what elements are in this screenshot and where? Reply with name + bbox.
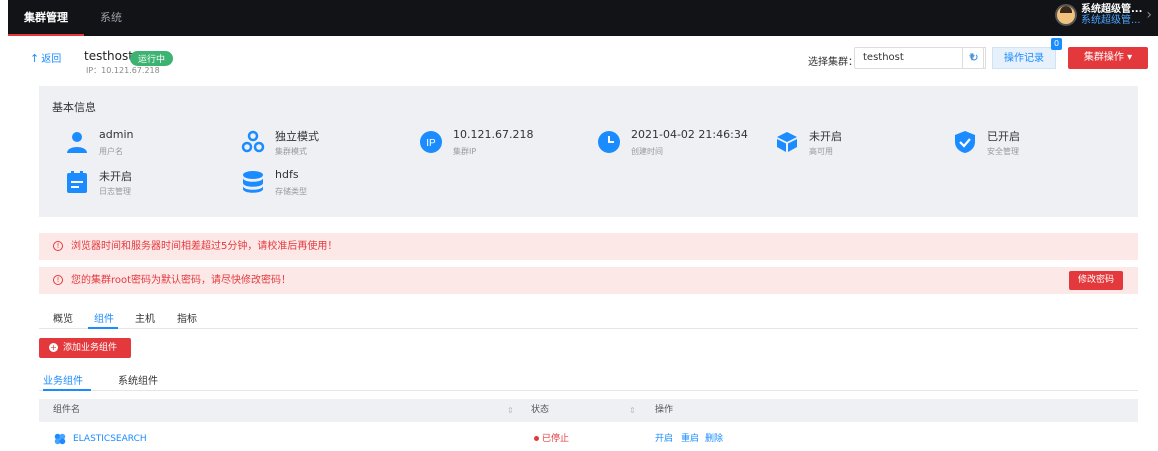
operation-log-button[interactable]: 操作记录	[992, 47, 1056, 69]
info-item-security: 已开启 安全管理	[953, 128, 1113, 162]
time-sync-alert: ! 浏览器时间和服务器时间相差超过5分钟，请校准后再使用！	[39, 233, 1138, 260]
user-name: 系统超级管...	[1080, 4, 1143, 15]
back-button[interactable]: ↑ 返回	[30, 50, 61, 65]
caret-down-icon: ▾	[1127, 52, 1133, 63]
default-password-alert: ! 您的集群root密码为默认密码，请尽快修改密码！ 修改密码	[39, 267, 1138, 294]
page-header: ↑ 返回 testhost 运行中 IP：10.121.67.218 选择集群： …	[30, 38, 1150, 76]
chevron-right-icon[interactable]: ›	[1146, 7, 1152, 23]
database-icon	[243, 171, 263, 193]
basic-info-panel: 基本信息 admin 用户名 独立模式 集群模式 IP 10.121.67.21…	[39, 86, 1138, 217]
detail-tabs: 概览 组件 主机 指标	[39, 307, 1138, 329]
user-role: 系统超级管...	[1080, 15, 1141, 26]
nav-cluster-management[interactable]: 集群管理	[8, 0, 84, 36]
basic-info-title: 基本信息	[52, 101, 96, 114]
info-item-storage-type: hdfs 存储类型	[241, 168, 401, 202]
component-subtabs: 业务组件 系统组件	[39, 370, 1138, 391]
tab-overview[interactable]: 概览	[53, 310, 73, 325]
refresh-icon: ↻	[969, 51, 979, 64]
log-icon	[67, 171, 87, 193]
active-tab-indicator	[88, 327, 118, 329]
cluster-operation-button[interactable]: 集群操作 ▾	[1068, 47, 1148, 69]
change-password-button[interactable]: 修改密码	[1069, 271, 1123, 290]
info-item-username: admin 用户名	[65, 128, 225, 162]
plus-icon: +	[49, 343, 58, 352]
user-icon	[67, 132, 87, 153]
delete-action[interactable]: 删除	[705, 428, 723, 450]
status-dot-icon	[534, 436, 539, 441]
svg-text:IP: IP	[426, 138, 436, 149]
clock-icon	[598, 131, 620, 153]
nav-system[interactable]: 系统	[84, 0, 138, 36]
sort-icon[interactable]: ⇕	[507, 399, 514, 422]
info-item-cluster-mode: 独立模式 集群模式	[241, 128, 401, 162]
info-item-created-time: 2021-04-02 21:46:34 创建时间	[597, 128, 757, 162]
host-ip: IP：10.121.67.218	[86, 66, 160, 75]
arrow-up-icon: ↑	[30, 52, 40, 65]
refresh-button[interactable]: ↻	[962, 47, 986, 69]
add-business-component-button[interactable]: + 添加业务组件	[39, 338, 131, 358]
column-header-name: 组件名	[53, 405, 81, 415]
ip-icon: IP	[420, 131, 442, 153]
component-name-link[interactable]: ELASTICSEARCH	[53, 428, 147, 450]
info-icon: !	[53, 241, 63, 251]
info-item-cluster-ip: IP 10.121.67.218 集群IP	[419, 128, 579, 162]
cube-icon	[777, 132, 797, 152]
table-header: 组件名 ⇕ 状态 ⇕ 操作	[39, 399, 1138, 422]
info-item-log-management: 未开启 日志管理	[65, 168, 225, 202]
column-header-actions: 操作	[655, 405, 674, 415]
cluster-select-label: 选择集群：	[808, 57, 858, 68]
tab-metrics[interactable]: 指标	[177, 310, 197, 325]
start-action[interactable]: 开启	[655, 428, 673, 450]
column-header-status: 状态	[531, 405, 550, 415]
active-subtab-indicator	[43, 389, 91, 391]
status-badge: 运行中	[130, 51, 174, 66]
restart-action[interactable]: 重启	[681, 428, 699, 450]
cluster-mode-icon	[241, 130, 265, 153]
host-name: testhost	[84, 49, 133, 63]
operation-log-badge: 0	[1051, 38, 1062, 50]
info-item-high-availability: 未开启 高可用	[775, 128, 935, 162]
info-icon: !	[53, 275, 63, 285]
table-row: ELASTICSEARCH 已停止 开启 重启 删除	[39, 428, 1138, 450]
status-badge: 已停止	[534, 428, 569, 450]
shield-icon	[955, 131, 975, 153]
elasticsearch-icon	[54, 433, 66, 444]
sort-icon[interactable]: ⇕	[629, 399, 636, 422]
avatar	[1054, 4, 1077, 26]
tab-hosts[interactable]: 主机	[135, 310, 155, 325]
top-nav: 集群管理 系统 系统超级管... 系统超级管... ›	[8, 0, 1158, 36]
subtab-system-components[interactable]: 系统组件	[118, 372, 158, 387]
subtab-business-components[interactable]: 业务组件	[43, 372, 83, 387]
tab-components[interactable]: 组件	[94, 310, 114, 325]
user-menu[interactable]: 系统超级管... 系统超级管... ›	[1054, 4, 1152, 26]
